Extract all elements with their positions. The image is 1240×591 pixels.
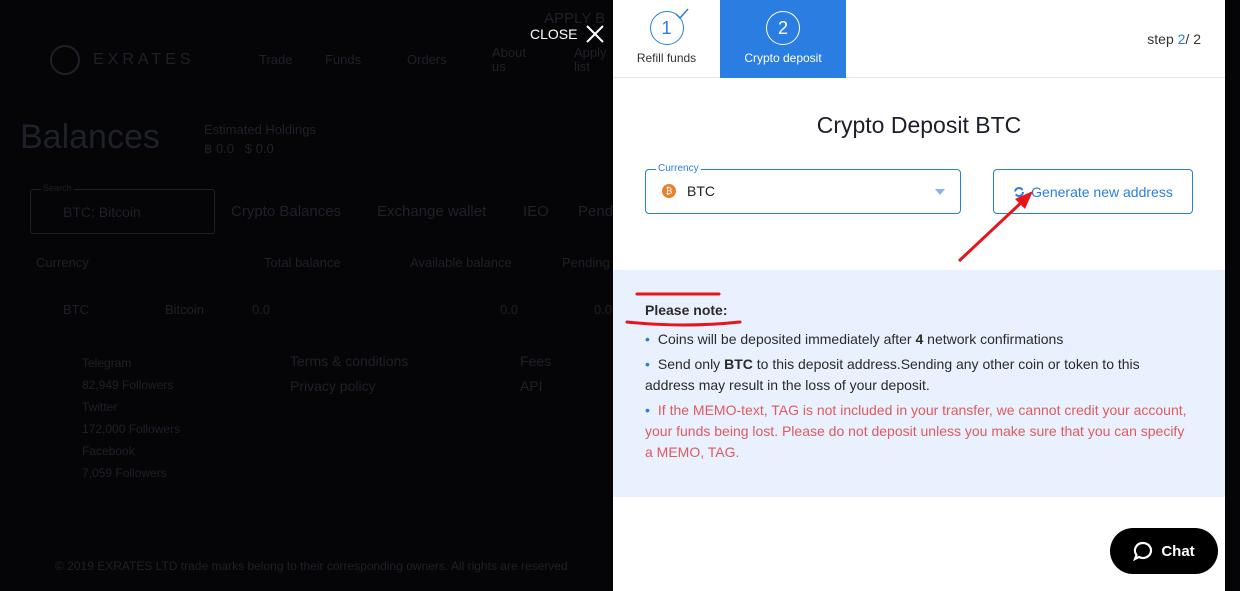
- logo: EXRATES: [93, 51, 195, 68]
- search-value: BTC; Bitcoin: [63, 204, 141, 220]
- generate-label: Generate new address: [1031, 183, 1173, 200]
- nav-apply-list[interactable]: Apply list: [574, 46, 610, 74]
- facebook-link[interactable]: Facebook: [82, 440, 180, 462]
- page-title: Crypto Deposit BTC: [816, 112, 1022, 138]
- row-pending: 0.0: [594, 302, 613, 317]
- note-item: Coins will be deposited immediately afte…: [645, 329, 1193, 350]
- facebook-followers: 7,059 Followers: [82, 466, 167, 480]
- estimated-label: Estimated Holdings: [204, 122, 316, 137]
- step-refill-funds[interactable]: 1 Refill funds: [613, 0, 720, 78]
- api-link[interactable]: API: [520, 378, 543, 394]
- row-available: 0.0: [500, 302, 519, 317]
- step-2-circle: 2: [766, 11, 800, 45]
- close-icon: [586, 25, 605, 43]
- bitcoin-icon: ₿: [662, 184, 676, 198]
- tab-ieo[interactable]: IEO: [523, 203, 549, 220]
- tab-exchange-wallet[interactable]: Exchange wallet: [377, 203, 486, 220]
- telegram-link[interactable]: Telegram: [82, 352, 180, 374]
- close-label: CLOSE: [530, 26, 578, 42]
- close-button[interactable]: CLOSE: [530, 24, 605, 44]
- row-name: Bitcoin: [165, 302, 205, 317]
- annotation-arrow-icon: [957, 191, 1033, 263]
- nav-about[interactable]: About us: [492, 46, 532, 74]
- chat-button[interactable]: Chat: [1110, 528, 1218, 574]
- step-1-label: Refill funds: [636, 51, 697, 65]
- usd-value: 0.0: [255, 141, 274, 156]
- col-available[interactable]: Available balance: [410, 255, 512, 270]
- chat-label: Chat: [1161, 542, 1195, 560]
- logo-icon: [50, 45, 80, 75]
- page-title: Balances: [20, 118, 160, 156]
- search-label: Search: [41, 183, 74, 193]
- step-indicator: step 2/ 2: [1147, 31, 1201, 47]
- deposit-panel: 1 Refill funds 2 Crypto deposit step 2/ …: [613, 0, 1225, 591]
- step-2-label: Crypto deposit: [744, 51, 822, 65]
- col-currency[interactable]: Currency: [36, 255, 89, 270]
- social-list: Telegram 82,949 Followers Twitter 172,00…: [82, 352, 180, 484]
- chevron-down-icon: [935, 189, 945, 195]
- currency-select[interactable]: Currency ₿ BTC: [645, 163, 961, 214]
- currency-label: Currency: [656, 163, 701, 174]
- tab-crypto-balances[interactable]: Crypto Balances: [231, 203, 341, 220]
- twitter-link[interactable]: Twitter: [82, 396, 180, 418]
- currency-value: BTC: [687, 183, 715, 199]
- step-1-circle: 1: [649, 8, 689, 45]
- nav-funds[interactable]: Funds: [325, 52, 361, 67]
- annotation-underline-icon: [625, 292, 742, 327]
- telegram-followers: 82,949 Followers: [82, 378, 174, 392]
- nav-trade[interactable]: Trade: [259, 52, 292, 67]
- copyright: © 2019 EXRATES LTD trade marks belong to…: [55, 559, 568, 573]
- check-icon: [674, 8, 689, 20]
- terms-link[interactable]: Terms & conditions: [290, 353, 408, 369]
- nav-orders[interactable]: Orders: [407, 52, 447, 67]
- btc-holdings: ฿ 0.0 $ 0.0: [204, 141, 274, 156]
- row-code: BTC: [63, 302, 89, 317]
- chat-bubble-icon: [1133, 541, 1153, 561]
- step-crypto-deposit[interactable]: 2 Crypto deposit: [720, 0, 846, 78]
- fees-link[interactable]: Fees: [520, 353, 551, 369]
- tab-pending[interactable]: Pend: [578, 203, 613, 220]
- btc-value: 0.0: [215, 141, 234, 156]
- note-item-warning: If the MEMO-text, TAG is not included in…: [645, 400, 1193, 463]
- col-pending[interactable]: Pending: [562, 255, 610, 270]
- twitter-followers: 172,000 Followers: [82, 422, 181, 436]
- stepper: 1 Refill funds 2 Crypto deposit step 2/ …: [613, 0, 1225, 78]
- col-total[interactable]: Total balance: [264, 255, 341, 270]
- row-total: 0.0: [252, 302, 271, 317]
- privacy-link[interactable]: Privacy policy: [290, 378, 376, 394]
- search-input[interactable]: Search BTC; Bitcoin: [30, 183, 215, 234]
- note-item: Send only BTC to this deposit address.Se…: [645, 354, 1193, 396]
